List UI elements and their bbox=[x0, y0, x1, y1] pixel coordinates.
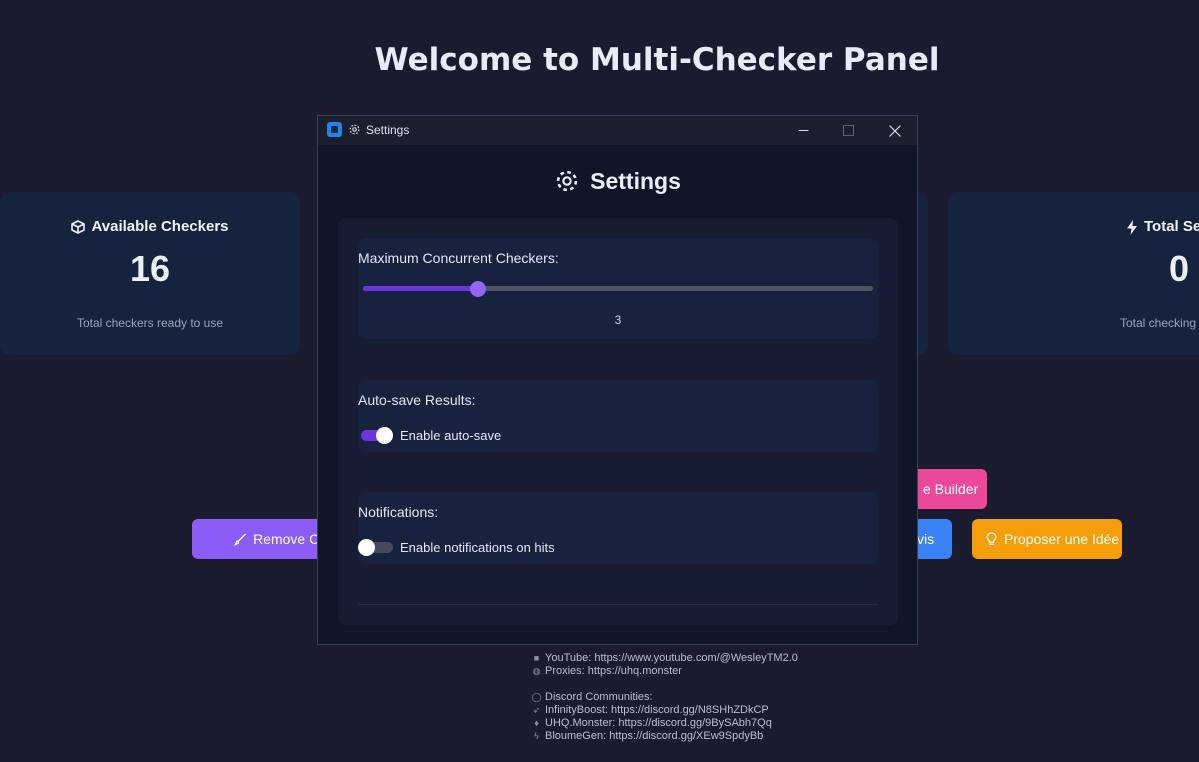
footer-discord-heading: ◯ Discord Communities: bbox=[531, 691, 653, 703]
window-titlebar[interactable]: Settings bbox=[318, 116, 917, 145]
propose-idea-button-label: Proposer une Idée bbox=[1004, 531, 1120, 547]
brush-icon bbox=[234, 533, 246, 546]
footer-youtube[interactable]: ■ YouTube: https://www.youtube.com/@Wesle… bbox=[531, 652, 798, 664]
footer-infinityboost[interactable]: ➶ InfinityBoost: https://discord.gg/N8SHh… bbox=[531, 704, 769, 716]
avis-button-label: vis bbox=[917, 531, 935, 547]
stat-label-text: Total Se bbox=[1144, 218, 1199, 235]
notifications-toggle-label[interactable]: Enable notifications on hits bbox=[400, 540, 555, 555]
bolt-icon: ϟ bbox=[534, 731, 539, 741]
minimize-button[interactable] bbox=[781, 116, 826, 145]
stat-value: 16 bbox=[129, 248, 171, 289]
stat-value: 0 bbox=[1168, 248, 1190, 289]
autosave-section: Auto-save Results: Enable auto-save bbox=[358, 380, 878, 452]
toggle-knob bbox=[376, 427, 393, 444]
app-icon bbox=[327, 122, 342, 137]
globe-icon: ◍ bbox=[532, 666, 541, 676]
stat-label: Total Se bbox=[1126, 218, 1199, 235]
lightbulb-icon bbox=[986, 532, 997, 545]
maximize-icon bbox=[843, 125, 854, 136]
camera-icon: ■ bbox=[533, 653, 540, 663]
footer-infinityboost-text: InfinityBoost: https://discord.gg/N8SHhZ… bbox=[545, 704, 769, 716]
stat-card-available-checkers: Available Checkers 16 Total checkers rea… bbox=[0, 192, 300, 355]
slider-handle[interactable] bbox=[469, 281, 486, 297]
gear-icon bbox=[349, 124, 360, 135]
settings-panel: Maximum Concurrent Checkers: 3 Auto-save… bbox=[338, 218, 898, 625]
notifications-label: Notifications: bbox=[358, 504, 439, 520]
close-icon bbox=[888, 124, 901, 137]
autosave-label: Auto-save Results: bbox=[358, 392, 476, 408]
slider-fill bbox=[363, 286, 478, 291]
remove-button[interactable]: Remove Ca bbox=[192, 519, 327, 559]
window-title: Settings bbox=[366, 123, 410, 137]
autosave-toggle[interactable] bbox=[361, 427, 393, 444]
cube-icon bbox=[71, 220, 86, 234]
notifications-section: Notifications: Enable notifications on h… bbox=[358, 492, 878, 564]
minimize-icon bbox=[798, 130, 809, 131]
fire-icon: ♦ bbox=[534, 718, 539, 728]
stat-label: Available Checkers bbox=[0, 218, 300, 235]
close-button[interactable] bbox=[872, 116, 917, 145]
max-concurrent-slider[interactable] bbox=[363, 281, 873, 297]
max-concurrent-value: 3 bbox=[614, 313, 622, 327]
panel-divider bbox=[358, 604, 878, 605]
footer-uhq[interactable]: ♦ UHQ.Monster: https://discord.gg/9BySAbh… bbox=[531, 717, 772, 729]
stat-description: Total checking s bbox=[1120, 316, 1199, 330]
footer-proxies[interactable]: ◍ Proxies: https://uhq.monster bbox=[531, 665, 682, 677]
rocket-icon: ➶ bbox=[532, 705, 541, 715]
stat-label-text: Available Checkers bbox=[91, 218, 229, 235]
settings-window: Settings Settings Maximum Concurrent Che… bbox=[317, 115, 918, 645]
footer-bloumegen[interactable]: ϟ BloumeGen: https://discord.gg/XEw9SpdyB… bbox=[531, 730, 763, 742]
footer-uhq-text: UHQ.Monster: https://discord.gg/9BySAbh7… bbox=[545, 717, 772, 729]
settings-heading: Settings bbox=[318, 168, 917, 195]
footer-bloumegen-text: BloumeGen: https://discord.gg/XEw9SpdyBb bbox=[545, 730, 764, 742]
notifications-toggle[interactable] bbox=[358, 539, 393, 556]
remove-button-label: Remove Ca bbox=[253, 531, 327, 547]
stat-card-total-sessions: Total Se 0 Total checking s bbox=[948, 192, 1199, 355]
propose-idea-button[interactable]: Proposer une Idée bbox=[972, 519, 1122, 559]
toggle-knob bbox=[358, 539, 375, 556]
gear-icon bbox=[556, 170, 578, 192]
footer-youtube-text: YouTube: https://www.youtube.com/@Wesley… bbox=[545, 652, 798, 664]
bolt-icon bbox=[1127, 219, 1137, 235]
settings-heading-text: Settings bbox=[590, 168, 681, 194]
footer-proxies-text: Proxies: https://uhq.monster bbox=[545, 665, 682, 677]
builder-button-label: e Builder bbox=[923, 481, 979, 497]
max-concurrent-section: Maximum Concurrent Checkers: 3 bbox=[358, 238, 878, 339]
autosave-toggle-label[interactable]: Enable auto-save bbox=[400, 428, 501, 443]
speech-bubble-icon: ◯ bbox=[531, 692, 542, 702]
footer-discord-heading-text: Discord Communities: bbox=[545, 691, 653, 703]
max-concurrent-label: Maximum Concurrent Checkers: bbox=[358, 250, 559, 266]
stat-description: Total checkers ready to use bbox=[76, 316, 224, 330]
maximize-button[interactable] bbox=[826, 116, 871, 145]
page-title: Welcome to Multi-Checker Panel bbox=[374, 42, 940, 78]
